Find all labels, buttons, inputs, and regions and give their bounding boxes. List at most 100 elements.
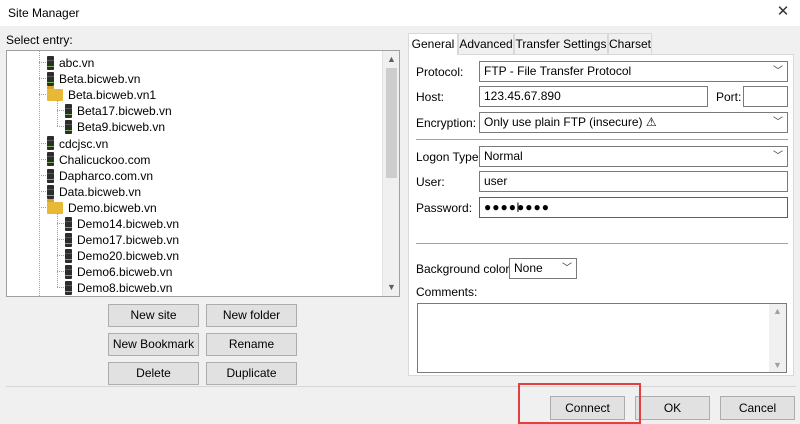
tree-site-item[interactable]: Demo20.bicweb.vn — [65, 247, 180, 264]
user-label: User: — [416, 175, 445, 189]
tree-guide-line — [57, 287, 64, 289]
tree-site-item[interactable]: cdcjsc.vn — [47, 135, 108, 151]
tree-folder-item[interactable]: Beta.bicweb.vn1 — [47, 86, 156, 102]
password-input[interactable]: ●●●●●●●● — [479, 197, 788, 218]
background-color-value: None — [514, 261, 543, 275]
server-icon — [65, 120, 72, 135]
encryption-select[interactable]: Only use plain FTP (insecure) ⚠ ﹀ — [479, 112, 788, 133]
tree-guide-line — [39, 62, 46, 63]
tree-folder-item[interactable]: Demo.bicweb.vn — [47, 198, 157, 215]
server-icon — [65, 249, 72, 264]
tree-site-item[interactable]: Chalicuckoo.com — [47, 151, 150, 167]
tree-site-item[interactable]: Demo6.bicweb.vn — [65, 263, 173, 280]
protocol-label: Protocol: — [416, 65, 464, 79]
protocol-select[interactable]: FTP - File Transfer Protocol ﹀ — [479, 61, 788, 82]
server-icon — [47, 71, 54, 86]
rename-button[interactable]: Rename — [206, 333, 297, 356]
server-icon — [65, 104, 72, 119]
select-entry-label: Select entry: — [6, 33, 73, 47]
logon-type-value: Normal — [484, 149, 523, 163]
tree-scrollbar[interactable]: ▲ ▼ — [382, 51, 399, 296]
comments-scrollbar[interactable]: ▲ ▼ — [769, 304, 786, 372]
site-tree[interactable]: abc.vn Beta.bicweb.vn Beta.bicweb.vn1 Beta1… — [6, 50, 400, 297]
logon-type-select[interactable]: Normal ﹀ — [479, 146, 788, 167]
background-color-label: Background color: — [416, 262, 513, 276]
new-bookmark-button[interactable]: New Bookmark — [108, 333, 199, 356]
tab-advanced[interactable]: Advanced — [458, 33, 514, 54]
duplicate-button[interactable]: Duplicate — [206, 362, 297, 385]
host-label: Host: — [416, 90, 445, 104]
triangle-up-icon: ▲ — [773, 306, 782, 316]
tree-site-item[interactable]: abc.vn — [47, 54, 94, 70]
tree-item-label: Data.bicweb.vn — [59, 184, 142, 199]
delete-button[interactable]: Delete — [108, 362, 199, 385]
scrollbar-thumb[interactable] — [386, 68, 397, 178]
user-input[interactable]: user — [479, 171, 788, 192]
close-icon[interactable]: ✕ — [774, 3, 792, 21]
general-panel: Protocol: FTP - File Transfer Protocol ﹀… — [408, 54, 794, 376]
tree-guide-line — [39, 142, 46, 144]
tree-item-label: Beta.bicweb.vn — [59, 71, 141, 86]
server-icon — [47, 55, 54, 70]
server-icon — [65, 281, 72, 296]
tree-item-label: Demo.bicweb.vn — [68, 200, 157, 215]
scroll-down-icon[interactable]: ▼ — [383, 279, 399, 296]
host-input[interactable]: 123.45.67.890 — [479, 86, 708, 107]
connect-button[interactable]: Connect — [550, 396, 625, 420]
encryption-value: Only use plain FTP (insecure) ⚠ — [484, 115, 657, 129]
tree-guide-line — [57, 223, 64, 224]
tree-site-item[interactable]: Beta17.bicweb.vn — [65, 102, 172, 119]
divider — [416, 243, 788, 244]
text-cursor-icon: I — [516, 199, 520, 215]
tab-general[interactable]: General — [408, 33, 458, 55]
server-icon — [65, 216, 72, 231]
scroll-up-icon[interactable]: ▲ — [383, 51, 399, 68]
encryption-label: Encryption: — [416, 116, 477, 130]
tree-item-label: Demo6.bicweb.vn — [77, 265, 173, 280]
new-folder-button[interactable]: New folder — [206, 304, 297, 327]
tree-site-item[interactable]: Demo14.bicweb.vn — [65, 215, 179, 231]
tree-site-item[interactable]: Data.bicweb.vn — [47, 183, 141, 199]
tree-item-label: Chalicuckoo.com — [59, 152, 151, 167]
tree-guide-line — [57, 110, 64, 112]
tree-guide-line — [39, 78, 46, 80]
chevron-down-icon: ﹀ — [773, 151, 783, 162]
tree-guide-line — [39, 206, 46, 208]
triangle-down-icon: ▼ — [773, 360, 782, 370]
server-icon — [47, 168, 54, 183]
port-input[interactable] — [743, 86, 788, 107]
tree-item-label: Demo20.bicweb.vn — [77, 249, 180, 264]
tree-item-label: Demo8.bicweb.vn — [77, 281, 173, 296]
tab-transfer-settings[interactable]: Transfer Settings — [514, 33, 608, 54]
tree-item-label: Dapharco.com.vn — [59, 168, 154, 183]
comments-label: Comments: — [416, 285, 478, 299]
chevron-down-icon: ﹀ — [773, 117, 783, 128]
tree-guide-line — [39, 174, 46, 176]
tree-guide-line — [57, 100, 58, 127]
folder-icon — [47, 86, 63, 102]
ok-button[interactable]: OK — [635, 396, 710, 420]
tab-charset[interactable]: Charset — [608, 33, 652, 54]
tree-item-label: Demo17.bicweb.vn — [77, 232, 180, 247]
server-icon — [65, 265, 72, 280]
comments-textarea[interactable]: ▲ ▼ — [417, 303, 787, 373]
tree-guide-line — [57, 271, 64, 273]
port-label: Port: — [716, 90, 742, 104]
tree-site-item[interactable]: Demo17.bicweb.vn — [65, 231, 179, 247]
divider — [416, 139, 788, 140]
tree-site-item[interactable]: Beta.bicweb.vn — [47, 70, 140, 86]
title-bar: Site Manager ✕ — [0, 0, 800, 26]
new-site-button[interactable]: New site — [108, 304, 199, 327]
background-color-select[interactable]: None ﹀ — [509, 258, 577, 279]
tree-site-item[interactable]: Dapharco.com.vn — [47, 167, 153, 183]
cancel-button[interactable]: Cancel — [720, 396, 795, 420]
tree-guide-line — [57, 239, 64, 241]
folder-icon — [47, 198, 63, 214]
tree-item-label: Beta17.bicweb.vn — [77, 104, 172, 119]
tree-guide-line — [57, 255, 64, 257]
tree-guide-line — [39, 94, 46, 96]
tree-site-item[interactable]: Beta9.bicweb.vn — [65, 118, 165, 135]
password-label: Password: — [416, 201, 473, 215]
chevron-down-icon: ﹀ — [562, 263, 572, 274]
tree-site-item[interactable]: Demo8.bicweb.vn — [65, 279, 173, 296]
